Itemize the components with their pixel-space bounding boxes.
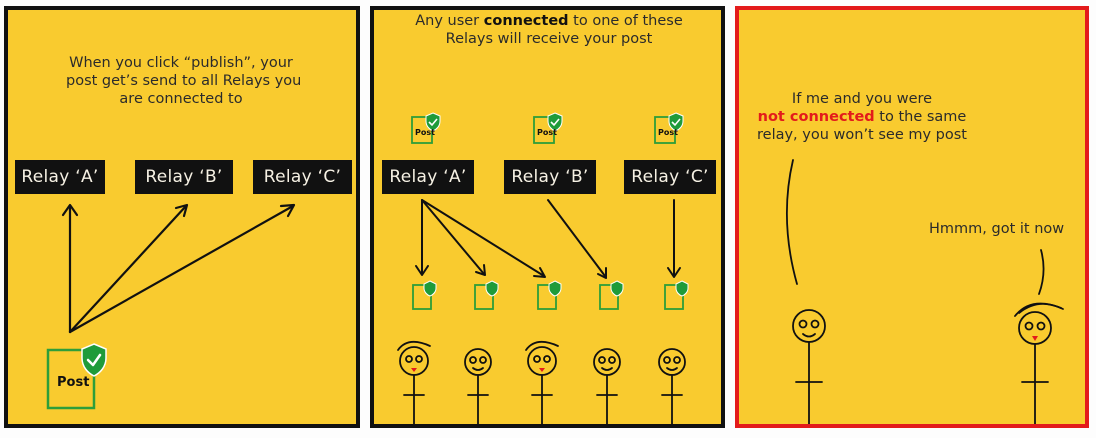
stick-figure bbox=[792, 309, 826, 424]
shield-check-icon bbox=[548, 280, 562, 297]
post-label: Post bbox=[537, 128, 557, 137]
received-shields bbox=[423, 280, 689, 297]
panel-receive: Any user connected to one of these Relay… bbox=[370, 6, 725, 428]
panel2-drawing bbox=[397, 112, 689, 424]
shield-check-icon bbox=[610, 280, 624, 297]
speech-tail bbox=[785, 159, 798, 285]
stick-figure bbox=[397, 340, 431, 424]
shield-check-icon bbox=[485, 280, 499, 297]
shield-check-icon bbox=[423, 280, 437, 297]
received-documents bbox=[412, 284, 684, 310]
post-label: Post bbox=[658, 128, 678, 137]
shield-check-icon bbox=[675, 280, 689, 297]
stick-figure bbox=[658, 348, 686, 424]
panel-not-connected: If me and you were not connected to the … bbox=[735, 6, 1089, 428]
reply-tail bbox=[1038, 249, 1045, 295]
arrow-to-relay-b bbox=[68, 204, 188, 334]
mouth bbox=[1032, 336, 1038, 341]
panel1-arrows bbox=[46, 203, 296, 410]
comic-strip: When you click “publish”, your post get’… bbox=[0, 0, 1096, 438]
stick-figure bbox=[1014, 302, 1064, 424]
panel3-drawing bbox=[785, 159, 1064, 424]
panel-publish: When you click “publish”, your post get’… bbox=[4, 6, 360, 428]
stick-figure bbox=[593, 348, 621, 424]
post-label: Post bbox=[57, 375, 90, 390]
stick-figure bbox=[525, 340, 559, 424]
stick-figure bbox=[464, 348, 492, 424]
stick-figures bbox=[397, 340, 686, 424]
arrow-to-relay-c bbox=[68, 204, 295, 334]
post-label: Post bbox=[415, 128, 435, 137]
